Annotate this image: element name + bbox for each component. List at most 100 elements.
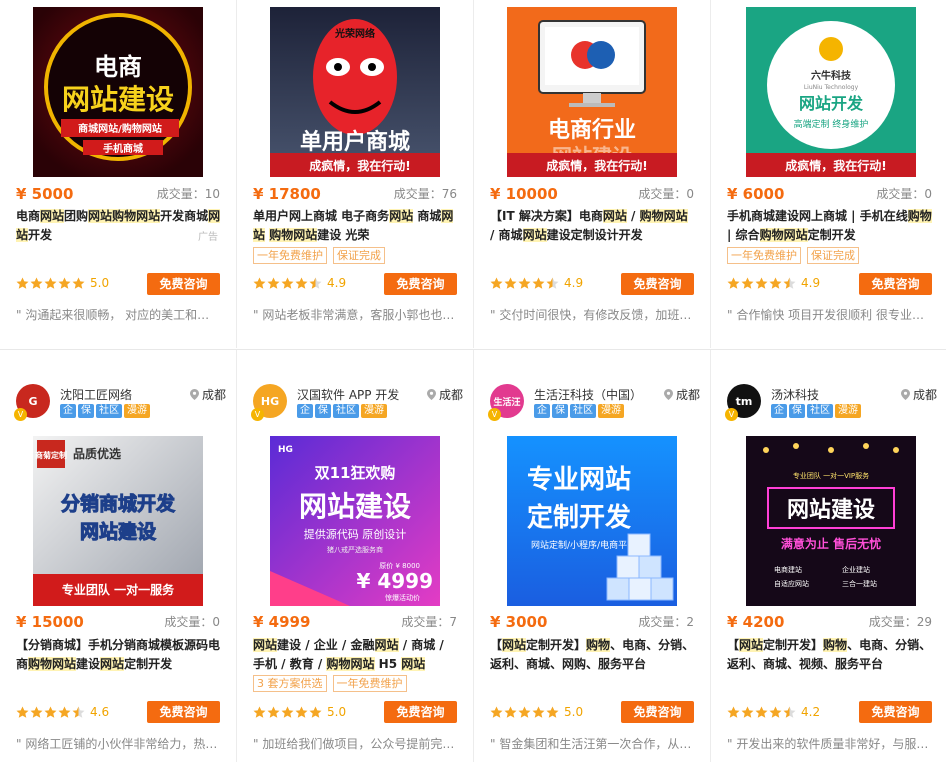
service-card[interactable]: 光荣网络 单用户商城 成疯情，我在行动! ¥ 17800 成交量：76 单用户网… bbox=[237, 0, 474, 348]
shop-tag: 保 bbox=[552, 404, 568, 418]
service-chip: 3 套方案供选 bbox=[253, 675, 327, 692]
star-rating-icons bbox=[253, 706, 322, 719]
rating: 4.9 bbox=[727, 276, 820, 290]
service-card[interactable]: 六牛科技 LiuNiu Technology 网站开发 高端定制 终身维护 成疯… bbox=[711, 0, 946, 348]
service-chip: 一年免费维护 bbox=[727, 247, 801, 264]
rating: 4.2 bbox=[727, 705, 820, 719]
star-icon bbox=[72, 706, 85, 718]
shop-name[interactable]: 沈阳工匠网络 bbox=[60, 386, 170, 403]
service-title[interactable]: 网站建设 / 企业 / 金融网站 / 商城 / 手机 / 教育 / 购物网站 H… bbox=[253, 636, 459, 674]
review-snippet: " 开发出来的软件质量非常好，与服务描述 bbox=[727, 737, 931, 751]
title-keyword: 购物网站 bbox=[759, 228, 808, 242]
thumb-line2: 提供源代码 原创设计 bbox=[304, 527, 407, 541]
rating-score: 4.9 bbox=[801, 276, 821, 290]
free-consult-button[interactable]: 免费咨询 bbox=[384, 701, 457, 723]
free-consult-button[interactable]: 免费咨询 bbox=[621, 701, 694, 723]
service-title[interactable]: 【网站定制开发】购物、电商、分销、返利、商城、网购、服务平台 bbox=[490, 636, 696, 674]
verified-icon: V bbox=[488, 408, 501, 421]
star-icon bbox=[755, 277, 768, 289]
star-icon bbox=[295, 706, 308, 718]
shop-tag: 漫游 bbox=[361, 404, 387, 418]
service-chip: 一年免费维护 bbox=[332, 675, 407, 692]
star-icon bbox=[504, 706, 517, 718]
shop-location: 成都 bbox=[189, 386, 226, 403]
shop-info[interactable]: 生活汪 V 生活汪科技（中国） 成都 企保社区 漫游 bbox=[488, 378, 700, 426]
product-thumbnail[interactable]: HG 双11狂欢购 网站建设 提供源代码 原创设计 猪八戒严选服务商 原价 ¥ … bbox=[270, 436, 440, 606]
free-consult-button[interactable]: 免费咨询 bbox=[147, 273, 220, 295]
sales-count: 成交量：2 bbox=[638, 615, 694, 629]
shop-info[interactable]: tm V 汤沐科技 成都 企保社区 漫游 bbox=[725, 378, 937, 426]
free-consult-button[interactable]: 免费咨询 bbox=[147, 701, 220, 723]
price: ¥ 4999 bbox=[253, 613, 311, 631]
shop-name[interactable]: 汤沐科技 bbox=[771, 386, 881, 403]
title-keyword: 网站 bbox=[40, 209, 65, 223]
service-card[interactable]: 电商行业 网站建设 成疯情，我在行动! ¥ 10000 成交量：0 【IT 解决… bbox=[474, 0, 711, 348]
title-keyword: 网站 bbox=[602, 209, 627, 223]
title-text: 建设 光荣 bbox=[317, 228, 370, 242]
free-consult-button[interactable]: 免费咨询 bbox=[859, 273, 932, 295]
product-thumbnail[interactable]: 专业团队 一对一VIP服务 网站建设 满意为止 售后无忧 电商建站 企业建站 自… bbox=[746, 436, 916, 606]
product-thumbnail[interactable]: 商菊定制 品质优选 分销商城开发 网站建设 专业团队 一对一服务 bbox=[33, 436, 203, 606]
rating: 5.0 bbox=[490, 705, 583, 719]
service-title[interactable]: 手机商城建设网上商城 | 手机在线购物 | 综合购物网站定制开发 bbox=[727, 207, 933, 245]
free-consult-button[interactable]: 免费咨询 bbox=[859, 701, 932, 723]
service-title[interactable]: 【IT 解决方案】电商网站 / 购物网站 / 商城网站建设定制设计开发 bbox=[490, 207, 696, 245]
rating-score: 5.0 bbox=[327, 705, 347, 719]
title-keyword: 网 bbox=[208, 209, 221, 223]
rating: 5.0 bbox=[253, 705, 346, 719]
star-icon bbox=[755, 706, 768, 718]
service-title[interactable]: 电商网站团购网站购物网站开发商城网站开发 bbox=[16, 207, 222, 245]
free-consult-button[interactable]: 免费咨询 bbox=[384, 273, 457, 295]
service-title[interactable]: 【分销商城】手机分销商城模板源码电商购物网站建设网站定制开发 bbox=[16, 636, 222, 674]
thumb-item: 电商建站 bbox=[774, 565, 802, 574]
service-chips: 一年免费维护 保证完成 bbox=[253, 247, 385, 264]
rating: 4.6 bbox=[16, 705, 109, 719]
shop-tags: 企保社区 漫游 bbox=[60, 404, 150, 418]
service-card[interactable]: HG V 汉国软件 APP 开发 成都 企保社区 漫游 HG 双11狂欢购 网站… bbox=[237, 350, 474, 762]
shop-location: 成都 bbox=[426, 386, 463, 403]
service-card[interactable]: 电商 网站建设 商城网站/购物网站 手机商城 ¥ 5000 成交量：10 电商网… bbox=[0, 0, 237, 348]
shop-tag: 社区 bbox=[570, 404, 596, 418]
product-thumbnail[interactable]: 六牛科技 LiuNiu Technology 网站开发 高端定制 终身维护 成疯… bbox=[746, 7, 916, 177]
shop-tag: 保 bbox=[789, 404, 805, 418]
thumb-line0: 品质优选 bbox=[73, 446, 121, 461]
free-consult-button[interactable]: 免费咨询 bbox=[621, 273, 694, 295]
star-icon bbox=[58, 277, 71, 289]
star-icon bbox=[16, 706, 29, 718]
service-title[interactable]: 单用户网上商城 电子商务网站 商城网站 购物网站建设 光荣 bbox=[253, 207, 459, 245]
shop-name[interactable]: 生活汪科技（中国） bbox=[534, 386, 644, 403]
review-snippet: " 交付时间很快，有修改反馈，加班加点完成 bbox=[490, 308, 694, 322]
title-keyword: 网站 bbox=[100, 657, 125, 671]
product-thumbnail[interactable]: 电商行业 网站建设 成疯情，我在行动! bbox=[507, 7, 677, 177]
rating: 4.9 bbox=[490, 276, 583, 290]
service-title[interactable]: 【网站定制开发】购物、电商、分销、返利、商城、视频、服务平台 bbox=[727, 636, 933, 674]
price: ¥ 6000 bbox=[727, 185, 785, 203]
shop-name[interactable]: 汉国软件 APP 开发 bbox=[297, 386, 407, 403]
shop-info[interactable]: G V 沈阳工匠网络 成都 企保社区 漫游 bbox=[14, 378, 226, 426]
title-text: 团购 bbox=[64, 209, 89, 223]
star-icon bbox=[44, 706, 57, 718]
star-icon bbox=[769, 277, 782, 289]
star-rating-icons bbox=[16, 277, 85, 290]
thumb-mask-text: 光荣网络 bbox=[334, 27, 375, 40]
shop-tag: 企 bbox=[534, 404, 550, 418]
star-icon bbox=[281, 706, 294, 718]
product-thumbnail[interactable]: 光荣网络 单用户商城 成疯情，我在行动! bbox=[270, 7, 440, 177]
rating: 4.9 bbox=[253, 276, 346, 290]
service-card[interactable]: G V 沈阳工匠网络 成都 企保社区 漫游 商菊定制 品质优选 分销商城开发 网… bbox=[0, 350, 237, 762]
service-card[interactable]: 生活汪 V 生活汪科技（中国） 成都 企保社区 漫游 专业网站 定制开发 网站定… bbox=[474, 350, 711, 762]
shop-info[interactable]: HG V 汉国软件 APP 开发 成都 企保社区 漫游 bbox=[251, 378, 463, 426]
thumb-item: 自适应网站 bbox=[774, 579, 809, 588]
title-keyword: 购物 bbox=[823, 638, 848, 652]
verified-icon: V bbox=[725, 408, 738, 421]
review-snippet: " 网站老板非常满意，客服小郭也也很耐心 bbox=[253, 308, 457, 322]
location-text: 成都 bbox=[912, 388, 937, 402]
shop-tag: 社区 bbox=[807, 404, 833, 418]
title-text: 建设定制设计开发 bbox=[546, 228, 643, 242]
service-card[interactable]: tm V 汤沐科技 成都 企保社区 漫游 专业团队 一对一VIP服务 网站建设 … bbox=[711, 350, 946, 762]
rating-score: 4.9 bbox=[564, 276, 584, 290]
price: ¥ 10000 bbox=[490, 185, 558, 203]
product-thumbnail[interactable]: 专业网站 定制开发 网站定制/小程序/电商平台 bbox=[507, 436, 677, 606]
title-keyword: 网站 bbox=[522, 228, 547, 242]
product-thumbnail[interactable]: 电商 网站建设 商城网站/购物网站 手机商城 bbox=[33, 7, 203, 177]
